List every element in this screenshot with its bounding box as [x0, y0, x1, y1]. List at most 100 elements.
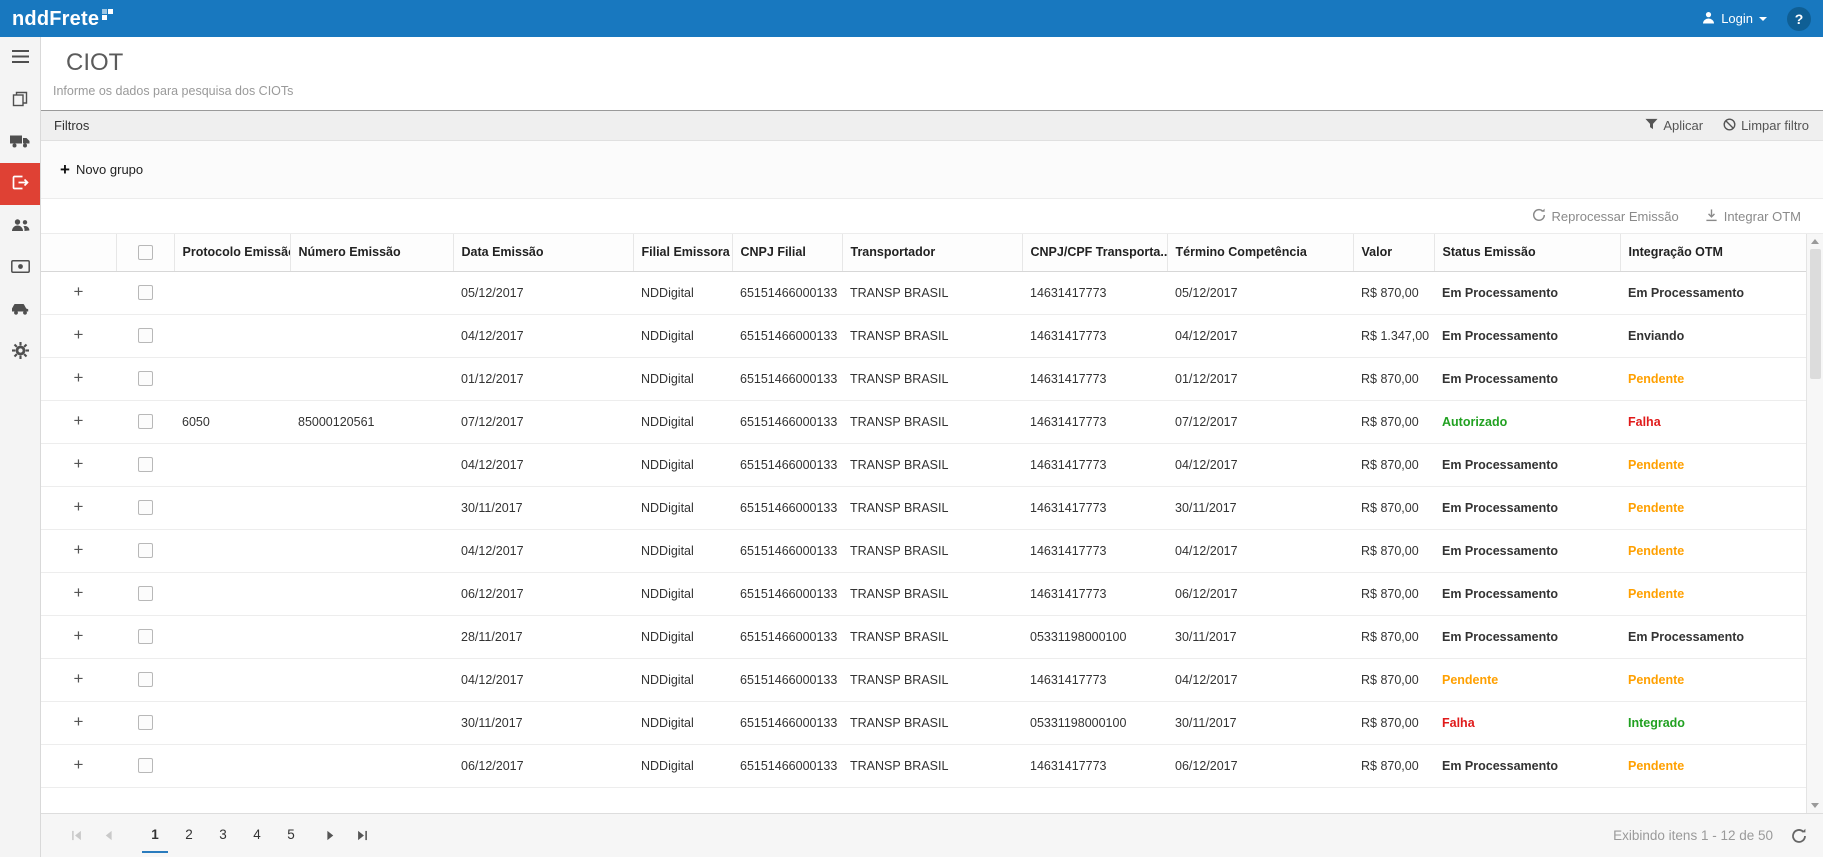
- first-page-button[interactable]: [64, 824, 88, 848]
- status-badge: Pendente: [1628, 372, 1684, 386]
- page-button-5[interactable]: 5: [278, 819, 304, 853]
- pager-pages: 12345: [138, 819, 308, 853]
- expand-cell: +: [41, 658, 116, 701]
- column-header[interactable]: CNPJ Filial: [732, 234, 842, 271]
- scroll-up-icon[interactable]: [1811, 239, 1819, 244]
- column-header[interactable]: Status Emissão: [1434, 234, 1620, 271]
- cell-integracao-otm: Pendente: [1620, 529, 1806, 572]
- column-header[interactable]: Valor: [1353, 234, 1434, 271]
- expand-row-button[interactable]: +: [74, 500, 84, 514]
- new-group-button[interactable]: + Novo grupo: [60, 162, 143, 177]
- row-checkbox[interactable]: [138, 672, 153, 687]
- select-all-checkbox[interactable]: [138, 245, 153, 260]
- cell-data-emissao: 06/12/2017: [453, 744, 633, 787]
- row-checkbox[interactable]: [138, 414, 153, 429]
- row-checkbox[interactable]: [138, 629, 153, 644]
- table-row: +28/11/2017NDDigital65151466000133TRANSP…: [41, 615, 1806, 658]
- help-button[interactable]: ?: [1787, 7, 1811, 31]
- refresh-button[interactable]: [1791, 828, 1807, 844]
- expand-row-button[interactable]: +: [74, 328, 84, 342]
- column-header[interactable]: CNPJ/CPF Transporta...: [1022, 234, 1167, 271]
- row-checkbox[interactable]: [138, 285, 153, 300]
- apply-filter-button[interactable]: Aplicar: [1645, 118, 1703, 134]
- scroll-down-icon[interactable]: [1811, 803, 1819, 808]
- cell-filial-emissora: NDDigital: [633, 357, 732, 400]
- expand-row-button[interactable]: +: [74, 543, 84, 557]
- cell-valor: R$ 870,00: [1353, 400, 1434, 443]
- row-checkbox[interactable]: [138, 715, 153, 730]
- cell-transportador: TRANSP BRASIL: [842, 271, 1022, 314]
- expand-row-button[interactable]: +: [74, 672, 84, 686]
- sidebar-menu-toggle[interactable]: [0, 37, 40, 79]
- brand[interactable]: nddFrete: [12, 6, 113, 32]
- sidebar-item-settings[interactable]: [0, 331, 40, 373]
- row-checkbox[interactable]: [138, 586, 153, 601]
- integrate-otm-button[interactable]: Integrar OTM: [1705, 208, 1801, 225]
- status-badge: Pendente: [1628, 458, 1684, 472]
- last-page-button[interactable]: [350, 824, 374, 848]
- row-checkbox[interactable]: [138, 500, 153, 515]
- cell-cnpj-cpf-transportador: 14631417773: [1022, 357, 1167, 400]
- truck-icon: [10, 134, 30, 151]
- expand-row-button[interactable]: +: [74, 586, 84, 600]
- column-header[interactable]: Data Emissão: [453, 234, 633, 271]
- scrollbar-thumb[interactable]: [1810, 249, 1821, 379]
- status-badge: Em Processamento: [1442, 630, 1558, 644]
- expand-row-button[interactable]: +: [74, 457, 84, 471]
- page-button-4[interactable]: 4: [244, 819, 270, 853]
- cell-numero-emissao: [290, 357, 453, 400]
- cell-cnpj-filial: 65151466000133: [732, 572, 842, 615]
- sidebar-item-contacts[interactable]: [0, 205, 40, 247]
- row-checkbox[interactable]: [138, 457, 153, 472]
- page-button-3[interactable]: 3: [210, 819, 236, 853]
- cell-integracao-otm: Falha: [1620, 400, 1806, 443]
- column-header[interactable]: Transportador: [842, 234, 1022, 271]
- expand-row-button[interactable]: +: [74, 629, 84, 643]
- expand-row-button[interactable]: +: [74, 414, 84, 428]
- page-button-1[interactable]: 1: [142, 819, 168, 853]
- column-header[interactable]: Protocolo Emissão: [174, 234, 290, 271]
- cell-termino-competencia: 04/12/2017: [1167, 443, 1353, 486]
- page-button-2[interactable]: 2: [176, 819, 202, 853]
- reprocess-emission-button[interactable]: Reprocessar Emissão: [1532, 208, 1679, 225]
- sidebar-item-ciot[interactable]: [0, 163, 40, 205]
- expand-row-button[interactable]: +: [74, 371, 84, 385]
- cell-termino-competencia: 30/11/2017: [1167, 701, 1353, 744]
- integrate-otm-label: Integrar OTM: [1724, 209, 1801, 224]
- cell-data-emissao: 05/12/2017: [453, 271, 633, 314]
- row-checkbox[interactable]: [138, 328, 153, 343]
- next-page-button[interactable]: [318, 824, 342, 848]
- column-header[interactable]: Filial Emissora: [633, 234, 732, 271]
- expand-cell: +: [41, 529, 116, 572]
- sidebar-item-payments[interactable]: [0, 247, 40, 289]
- login-button[interactable]: Login: [1694, 7, 1775, 31]
- cell-data-emissao: 07/12/2017: [453, 400, 633, 443]
- sidebar-item-documents[interactable]: [0, 79, 40, 121]
- expand-row-button[interactable]: +: [74, 715, 84, 729]
- cell-integracao-otm: Em Processamento: [1620, 271, 1806, 314]
- expand-row-button[interactable]: +: [74, 758, 84, 772]
- row-checkbox[interactable]: [138, 371, 153, 386]
- cell-data-emissao: 30/11/2017: [453, 486, 633, 529]
- sidebar-item-vehicle[interactable]: [0, 289, 40, 331]
- column-header[interactable]: Término Competência: [1167, 234, 1353, 271]
- column-header[interactable]: Número Emissão: [290, 234, 453, 271]
- clear-filter-button[interactable]: Limpar filtro: [1723, 118, 1809, 134]
- checkbox-cell: [116, 443, 174, 486]
- previous-page-button[interactable]: [96, 824, 120, 848]
- expand-row-button[interactable]: +: [74, 285, 84, 299]
- cell-transportador: TRANSP BRASIL: [842, 572, 1022, 615]
- row-checkbox[interactable]: [138, 543, 153, 558]
- cell-status-emissao: Em Processamento: [1434, 271, 1620, 314]
- row-checkbox[interactable]: [138, 758, 153, 773]
- status-badge: Pendente: [1628, 544, 1684, 558]
- cell-numero-emissao: [290, 744, 453, 787]
- cell-status-emissao: Em Processamento: [1434, 744, 1620, 787]
- user-icon: [1702, 11, 1715, 27]
- checkbox-cell: [116, 529, 174, 572]
- sidebar-item-fleet[interactable]: [0, 121, 40, 163]
- cell-numero-emissao: [290, 572, 453, 615]
- column-header[interactable]: Integração OTM: [1620, 234, 1806, 271]
- vertical-scrollbar[interactable]: [1806, 234, 1823, 813]
- cell-integracao-otm: Pendente: [1620, 486, 1806, 529]
